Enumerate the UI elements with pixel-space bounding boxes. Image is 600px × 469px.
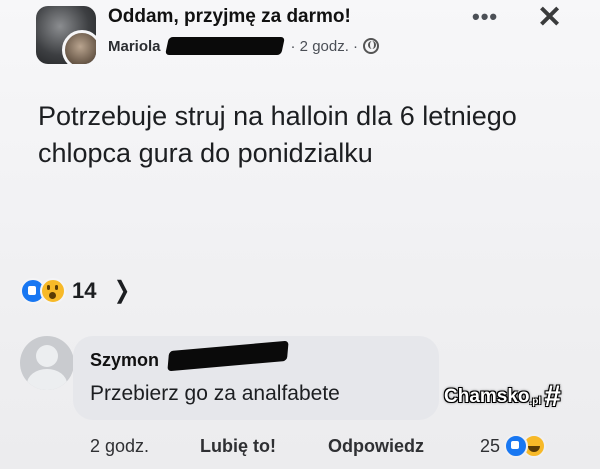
wow-reaction-icon	[40, 277, 66, 304]
watermark: Chamsko .pl #	[444, 380, 561, 414]
reaction-count: 14	[72, 277, 97, 303]
comment-reaction-count[interactable]: 25	[480, 436, 500, 457]
post-body: Potrzebuje struj na halloin dla 6 letnie…	[38, 101, 517, 168]
comment-text: Przebierz go za analfabete	[90, 382, 340, 405]
close-icon[interactable]: ✕	[537, 0, 562, 35]
redaction-bar	[164, 37, 285, 55]
post-time[interactable]: · 2 godz. ·	[291, 38, 359, 55]
default-avatar-icon[interactable]	[20, 336, 74, 390]
commenter-name[interactable]: Szymon	[90, 350, 159, 371]
group-name[interactable]: Oddam, przyjmę za darmo!	[108, 6, 351, 28]
reply-button[interactable]: Odpowiedz	[328, 436, 480, 457]
chevron-right-icon[interactable]: ❯	[114, 276, 130, 305]
author-avatar[interactable]	[62, 30, 96, 64]
like-reaction-icon	[504, 434, 529, 458]
watermark-brand: Chamsko	[444, 386, 530, 407]
group-avatar-icon[interactable]	[36, 6, 96, 64]
comment-time[interactable]: 2 godz.	[90, 436, 200, 457]
more-options-icon[interactable]: •••	[472, 4, 498, 30]
like-button[interactable]: Lubię to!	[200, 436, 328, 457]
author-name[interactable]: Mariola	[108, 38, 161, 55]
globe-icon	[363, 38, 380, 54]
comment-actions: 2 godz. Lubię to! Odpowiedz 25	[90, 434, 547, 458]
post-meta: Mariola · 2 godz. ·	[108, 36, 380, 56]
post-reactions[interactable]: 14 ❯	[20, 276, 133, 305]
watermark-suffix: .pl	[529, 395, 542, 407]
hash-icon: #	[544, 380, 561, 413]
